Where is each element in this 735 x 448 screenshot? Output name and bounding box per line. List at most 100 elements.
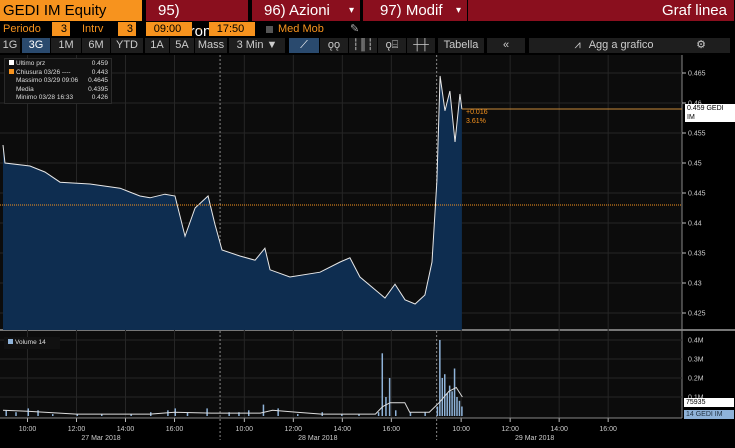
volume-bar — [424, 412, 426, 416]
y-tick-label: 0.465 — [688, 71, 706, 78]
range-1a[interactable]: 1A — [145, 38, 169, 53]
volume-bar — [395, 410, 397, 416]
date-label: 28 Mar 2018 — [298, 435, 337, 442]
actions-button[interactable]: 96) Azioni ▾ — [252, 0, 360, 21]
range-5a[interactable]: 5A — [170, 38, 194, 53]
legend-item: Ultimo prz 0.459 — [9, 60, 108, 69]
end-time-input[interactable]: 17:50 — [209, 22, 255, 36]
range-6m[interactable]: 6M — [82, 38, 110, 53]
volume-bar — [37, 410, 39, 416]
volume-bar — [27, 408, 29, 416]
moving-avg-label: Med Mob — [278, 23, 324, 35]
volume-bar — [388, 378, 391, 416]
x-tick-label: 10:00 — [19, 426, 37, 433]
x-tick-label: 16:00 — [383, 426, 401, 433]
x-tick-label: 12:00 — [68, 426, 86, 433]
dropdown-icon: ▾ — [348, 5, 354, 16]
hilo-icon[interactable]: ┼┼ — [407, 38, 435, 53]
x-tick-label: 14:00 — [117, 426, 135, 433]
volume-bar — [297, 414, 299, 416]
modify-button[interactable]: 97) Modif ▾ — [363, 0, 467, 21]
ohlc-icon[interactable]: ǫ⌸ — [378, 38, 406, 53]
range-1m[interactable]: 1M — [51, 38, 81, 53]
table-button[interactable]: Tabella — [438, 38, 484, 53]
volume-bar — [458, 400, 461, 416]
period-input[interactable]: 3 — [52, 22, 70, 36]
candle-icon[interactable]: ǫǫ — [320, 38, 348, 53]
legend-item: Media 0.4395 — [9, 86, 108, 95]
x-tick-label: 14:00 — [334, 426, 352, 433]
x-tick-label: 12:00 — [501, 426, 519, 433]
volume-bar — [436, 406, 439, 416]
interval-label: Intrv — [82, 23, 104, 35]
interval-input[interactable]: 3 — [118, 22, 136, 36]
y-tick-label: 0.455 — [688, 131, 706, 138]
y-tick-label: 0.435 — [688, 251, 706, 258]
legend-label: Media — [16, 85, 34, 93]
y-tick-label: 0.44 — [688, 221, 702, 228]
volume-swatch — [8, 339, 13, 344]
legend-label: Minimo 03/28 16:33 — [16, 94, 74, 102]
volume-bar — [52, 414, 54, 416]
settings-gear-icon[interactable]: ⚙ — [672, 38, 730, 53]
volume-bar — [385, 397, 387, 416]
volume-legend-label: Volume 14 — [15, 339, 46, 346]
change-pct: 3.61% — [466, 118, 486, 125]
y-tick-label: 0.43 — [688, 281, 702, 288]
volume-legend: Volume 14 — [4, 337, 60, 349]
volume-bar — [409, 412, 412, 416]
start-time-input[interactable]: 09:00 — [146, 22, 192, 36]
volume-bar — [446, 393, 448, 416]
pencil-icon[interactable]: ✎ — [350, 22, 359, 36]
dropdown-icon: ▾ — [455, 5, 461, 16]
volume-bar — [206, 408, 208, 416]
x-tick-label: 12:00 — [285, 426, 303, 433]
volume-bar — [262, 404, 265, 416]
price-legend: Ultimo prz 0.459 Chiusura 03/26 ---- 0.443 M… — [4, 58, 112, 104]
volume-bar — [15, 412, 17, 416]
y-tick-label: 0.445 — [688, 191, 706, 198]
change-abs: +0.016 — [466, 109, 488, 116]
y-tick-label: 0.45 — [688, 161, 702, 168]
volume-bar — [453, 368, 456, 416]
legend-value: 0.459 — [91, 60, 108, 67]
x-tick-label: 16:00 — [166, 426, 184, 433]
range-3g[interactable]: 3G — [22, 38, 50, 53]
legend-value: 0.4395 — [88, 85, 108, 93]
range-ytd[interactable]: YTD — [111, 38, 143, 53]
add-to-chart-label: Agg a grafico — [588, 39, 654, 51]
modify-label: 97) Modif — [380, 2, 443, 19]
actions-label: 96) Azioni — [264, 2, 330, 19]
legend-item: Minimo 03/28 16:33 0.426 — [9, 94, 108, 103]
volume-bar — [439, 340, 441, 416]
legend-label: Chiusura 03/26 ---- — [9, 68, 71, 78]
chart-type-title: Graf linea — [468, 0, 734, 21]
legend-label: Massimo 03/29 09:06 — [16, 77, 79, 85]
legend-value: 0.443 — [91, 68, 108, 76]
moving-avg-checkbox[interactable] — [266, 26, 273, 33]
volume-bar — [461, 406, 463, 416]
volume-bar — [277, 408, 279, 416]
x-tick-label: 14:00 — [550, 426, 568, 433]
collapse-button[interactable]: « — [487, 38, 525, 53]
volume-bar — [441, 378, 444, 416]
volume-bar — [5, 410, 7, 416]
volume-tick-label: 0.4M — [688, 338, 704, 345]
chart-svg: 0.4650.460.4550.450.4450.440.4350.430.42… — [0, 55, 735, 442]
security-field[interactable]: GEDI IM Equity — [0, 0, 142, 21]
time-separator: - — [198, 23, 202, 35]
last-price-label: 0.459 GEDI IM — [685, 104, 735, 122]
range-1g[interactable]: 1G — [0, 38, 20, 53]
x-tick-label: 10:00 — [236, 426, 254, 433]
interval-select[interactable]: 3 Min ▼ — [229, 38, 285, 53]
volume-bar — [456, 397, 458, 416]
period-label: Periodo — [3, 23, 41, 35]
bar-chart-icon[interactable]: ┆║┆ — [349, 38, 377, 53]
volume-last-label: 75935 — [684, 398, 734, 407]
legend-value: 0.4645 — [88, 77, 108, 85]
range-mass[interactable]: Mass — [195, 38, 227, 53]
x-tick-label: 16:00 — [599, 426, 617, 433]
volume-tick-label: 0.3M — [688, 357, 704, 364]
line-chart-icon[interactable]: ⟋ — [289, 38, 319, 53]
compare-button[interactable]: 95) Confronto — [146, 0, 248, 40]
